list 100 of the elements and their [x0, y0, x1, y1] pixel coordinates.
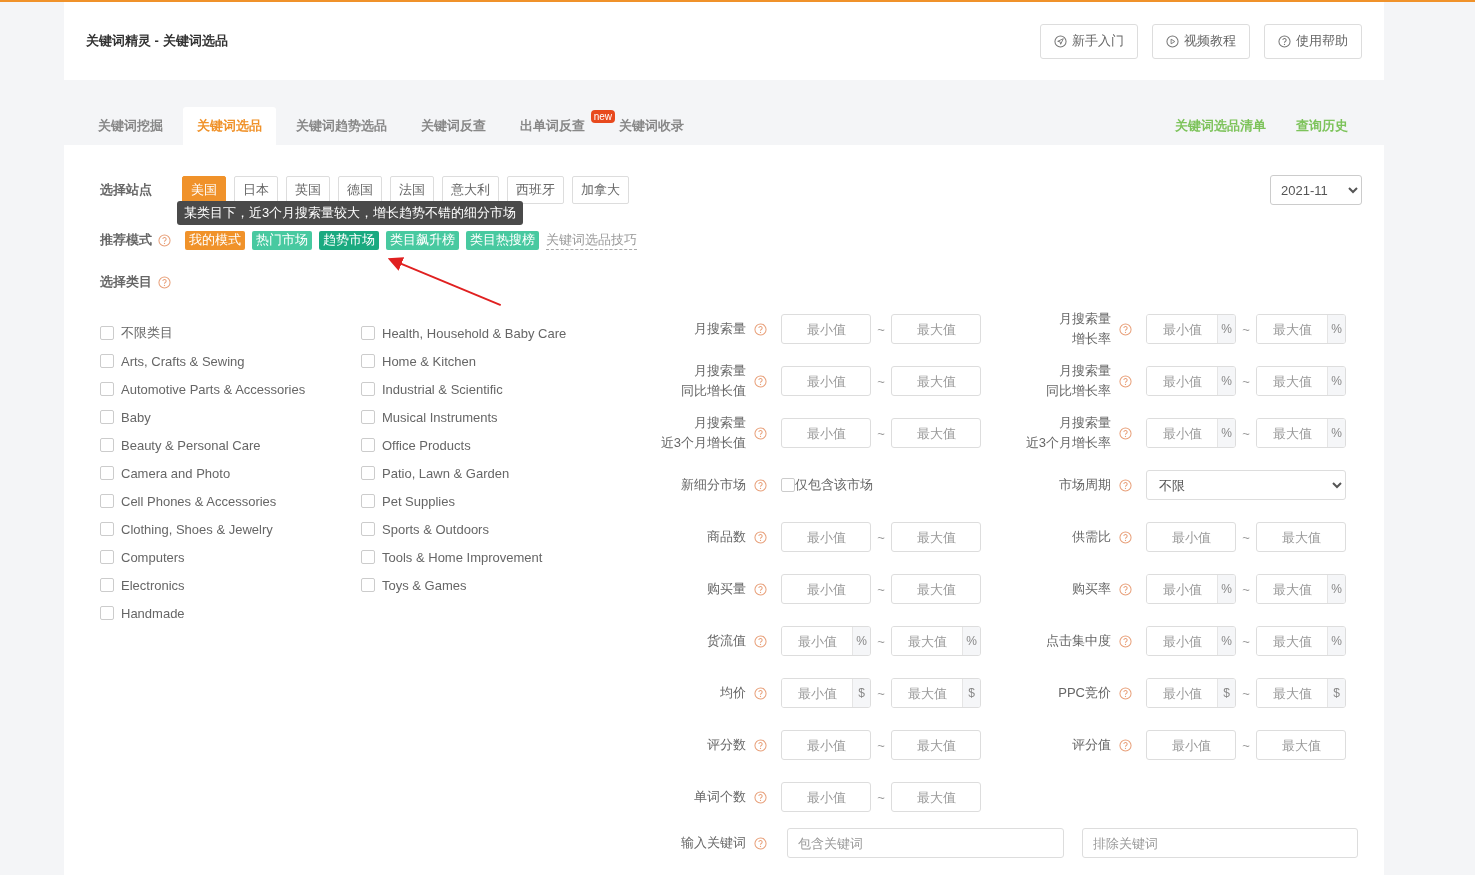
help-icon[interactable] — [158, 275, 171, 289]
site-option[interactable]: 意大利 — [442, 176, 499, 204]
max-input[interactable]: 最大值 — [891, 730, 981, 760]
min-input[interactable]: 最小值 — [781, 522, 871, 552]
site-option[interactable]: 美国 — [182, 176, 226, 204]
max-input[interactable]: 最大值 — [1256, 522, 1346, 552]
min-input[interactable]: 最小值 % — [1146, 574, 1236, 604]
category-checkbox[interactable] — [100, 494, 114, 508]
min-input[interactable]: 最小值 — [781, 314, 871, 344]
max-input[interactable]: 最大值 — [891, 418, 981, 448]
min-input[interactable]: 最小值 % — [1146, 418, 1236, 448]
category-checkbox[interactable] — [100, 466, 114, 480]
category-checkbox[interactable] — [361, 522, 375, 536]
category-checkbox[interactable] — [361, 382, 375, 396]
mode-tag[interactable]: 我的模式 — [185, 230, 245, 250]
site-option[interactable]: 加拿大 — [572, 176, 629, 204]
mode-tag[interactable]: 热门市场 — [252, 230, 312, 250]
help-icon[interactable] — [754, 322, 767, 336]
max-input[interactable]: 最大值 — [891, 782, 981, 812]
mode-tag[interactable]: 类目热搜榜 — [466, 230, 539, 250]
max-input[interactable]: 最大值 — [891, 314, 981, 344]
market-checkbox[interactable] — [781, 478, 795, 492]
help-icon[interactable] — [754, 634, 767, 648]
category-checkbox[interactable] — [100, 522, 114, 536]
max-input[interactable]: 最大值 % — [1256, 314, 1346, 344]
min-input[interactable]: 最小值 — [781, 366, 871, 396]
help-icon[interactable] — [158, 233, 171, 247]
max-input[interactable]: 最大值 $ — [1256, 678, 1346, 708]
site-option[interactable]: 英国 — [286, 176, 330, 204]
category-checkbox[interactable] — [100, 438, 114, 452]
max-input[interactable]: 最大值 — [891, 366, 981, 396]
site-option[interactable]: 西班牙 — [507, 176, 564, 204]
max-input[interactable]: 最大值 % — [1256, 418, 1346, 448]
help-icon[interactable] — [1119, 478, 1132, 492]
min-input[interactable]: 最小值 — [781, 574, 871, 604]
min-input[interactable]: 最小值 — [781, 418, 871, 448]
min-input[interactable]: 最小值 — [781, 782, 871, 812]
max-input[interactable]: 最大值 % — [891, 626, 981, 656]
period-select[interactable]: 不限 — [1146, 470, 1346, 500]
help-icon[interactable] — [754, 478, 767, 492]
site-option[interactable]: 日本 — [234, 176, 278, 204]
help-icon[interactable] — [1119, 738, 1132, 752]
header-link[interactable]: 关键词选品清单 — [1175, 117, 1266, 135]
help-icon[interactable] — [754, 738, 767, 752]
category-checkbox[interactable] — [361, 494, 375, 508]
help-icon[interactable] — [754, 582, 767, 596]
header-link[interactable]: 查询历史 — [1296, 117, 1348, 135]
include-keyword-input[interactable]: 包含关键词 — [787, 828, 1064, 858]
category-checkbox[interactable] — [100, 326, 114, 340]
help-icon[interactable] — [1119, 634, 1132, 648]
category-checkbox[interactable] — [361, 438, 375, 452]
month-select[interactable]: 2021-11 — [1270, 175, 1362, 205]
max-input[interactable]: 最大值 % — [1256, 574, 1346, 604]
category-checkbox[interactable] — [100, 354, 114, 368]
header-button[interactable]: 使用帮助 — [1264, 23, 1362, 59]
help-icon[interactable] — [754, 836, 767, 850]
max-input[interactable]: 最大值 — [891, 574, 981, 604]
category-checkbox[interactable] — [100, 550, 114, 564]
help-icon[interactable] — [1119, 582, 1132, 596]
category-checkbox[interactable] — [100, 606, 114, 620]
site-option[interactable]: 法国 — [390, 176, 434, 204]
max-input[interactable]: 最大值 — [1256, 730, 1346, 760]
min-input[interactable]: 最小值 $ — [1146, 678, 1236, 708]
tips-link[interactable]: 关键词选品技巧 — [546, 230, 637, 250]
help-icon[interactable] — [1119, 686, 1132, 700]
category-checkbox[interactable] — [361, 326, 375, 340]
category-checkbox[interactable] — [100, 382, 114, 396]
help-icon[interactable] — [754, 426, 767, 440]
min-input[interactable]: 最小值 % — [1146, 314, 1236, 344]
category-checkbox[interactable] — [100, 578, 114, 592]
max-input[interactable]: 最大值 — [891, 522, 981, 552]
min-input[interactable]: 最小值 $ — [781, 678, 871, 708]
site-option[interactable]: 德国 — [338, 176, 382, 204]
category-checkbox[interactable] — [361, 466, 375, 480]
header-button[interactable]: 视频教程 — [1152, 23, 1250, 59]
help-icon[interactable] — [754, 790, 767, 804]
min-input[interactable]: 最小值 — [781, 730, 871, 760]
tab[interactable]: 关键词趋势选品 — [282, 107, 401, 145]
mode-tag[interactable]: 趋势市场 — [319, 230, 379, 250]
category-checkbox[interactable] — [361, 410, 375, 424]
help-icon[interactable] — [754, 374, 767, 388]
tab[interactable]: 关键词挖掘 — [84, 107, 177, 145]
help-icon[interactable] — [754, 530, 767, 544]
help-icon[interactable] — [1119, 426, 1132, 440]
help-icon[interactable] — [1119, 530, 1132, 544]
tab[interactable]: 关键词选品 — [183, 107, 276, 145]
min-input[interactable]: 最小值 % — [1146, 626, 1236, 656]
min-input[interactable]: 最小值 % — [1146, 366, 1236, 396]
category-checkbox[interactable] — [361, 578, 375, 592]
help-icon[interactable] — [1119, 322, 1132, 336]
category-checkbox[interactable] — [100, 410, 114, 424]
max-input[interactable]: 最大值 % — [1256, 366, 1346, 396]
min-input[interactable]: 最小值 % — [781, 626, 871, 656]
help-icon[interactable] — [1119, 374, 1132, 388]
min-input[interactable]: 最小值 — [1146, 522, 1236, 552]
category-checkbox[interactable] — [361, 550, 375, 564]
help-icon[interactable] — [754, 686, 767, 700]
max-input[interactable]: 最大值 $ — [891, 678, 981, 708]
category-checkbox[interactable] — [361, 354, 375, 368]
min-input[interactable]: 最小值 — [1146, 730, 1236, 760]
